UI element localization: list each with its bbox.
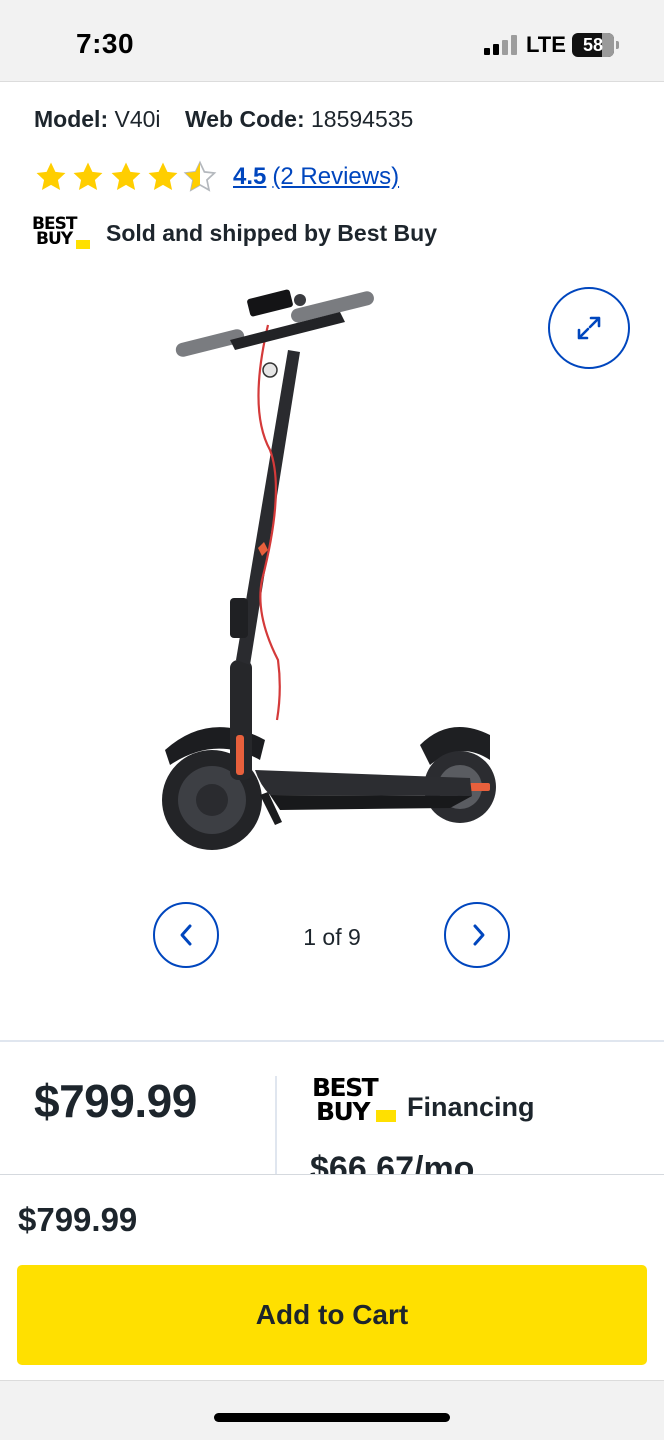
financing-monthly-clip: $66.67/mo. [310, 1146, 570, 1174]
chevron-left-icon [180, 924, 192, 946]
status-bar: 7:30 LTE 58 [0, 0, 664, 82]
product-image-scooter[interactable] [150, 280, 520, 870]
best-buy-financing-logo: BEST BUY [312, 1075, 398, 1128]
expand-image-button[interactable] [548, 287, 630, 369]
battery-icon: 58 [572, 33, 614, 57]
gallery-counter: 1 of 9 [303, 924, 361, 950]
status-time: 7:30 [76, 28, 135, 59]
sticky-cart-bar: $799.99 Add to Cart [0, 1174, 664, 1380]
gallery-next-button[interactable] [444, 902, 510, 968]
sticky-price: $799.99 [18, 1201, 138, 1238]
reviews-link[interactable]: 4.5 (2 Reviews) [233, 163, 399, 191]
model-info: Model: V40i Web Code: 18594535 [34, 106, 413, 133]
chevron-right-icon [473, 924, 485, 946]
section-divider [0, 1040, 664, 1042]
star-icon [36, 162, 66, 191]
battery-level: 58 [582, 35, 604, 55]
model-value: V40i [114, 106, 161, 132]
financing-label: Financing [407, 1092, 535, 1122]
model-label: Model: [34, 106, 109, 132]
price-divider [275, 1076, 277, 1174]
battery-tip [616, 41, 619, 49]
expand-arrows-icon [577, 316, 601, 340]
best-buy-logo: BEST BUY [32, 214, 90, 254]
web-code-value: 18594535 [311, 106, 414, 132]
seller-row: BEST BUY Sold and shipped by Best Buy [32, 214, 492, 254]
signal-icon [484, 35, 520, 55]
financing-monthly: $66.67/mo. [310, 1150, 484, 1174]
half-star-icon [183, 160, 217, 192]
product-price: $799.99 [34, 1075, 197, 1127]
network-type: LTE [526, 32, 566, 57]
add-to-cart-button[interactable]: Add to Cart [17, 1265, 647, 1365]
star-icon [148, 162, 178, 191]
rating-row: 4.5 (2 Reviews) [34, 160, 454, 196]
star-icon [111, 162, 141, 191]
web-code-label: Web Code: [184, 106, 305, 132]
star-icon [73, 162, 103, 191]
seller-text: Sold and shipped by Best Buy [106, 220, 437, 246]
gallery-prev-button[interactable] [153, 902, 219, 968]
rating-score: 4.5 [233, 163, 267, 190]
reviews-count: (2 Reviews) [272, 163, 400, 190]
home-area [0, 1380, 664, 1440]
home-indicator[interactable] [214, 1413, 450, 1422]
